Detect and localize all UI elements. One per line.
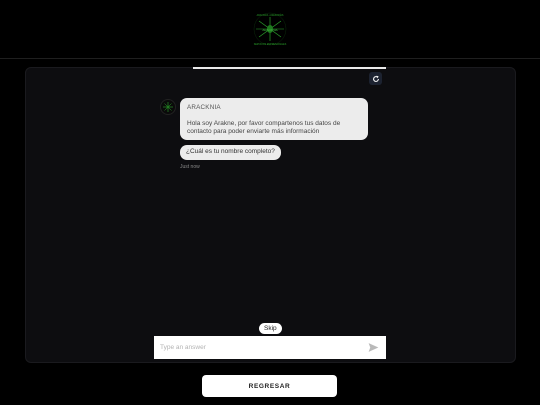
bot-message-bubble: ARACKNIA Hola soy Arakne, por favor comp… [180,98,368,140]
skip-button[interactable]: Skip [259,323,282,334]
refresh-button[interactable] [369,72,382,85]
send-icon[interactable] [367,341,380,354]
logo-center-text: ARACKNIA [262,28,277,32]
bot-name: ARACKNIA [187,104,221,111]
answer-input[interactable] [160,341,360,354]
bot-avatar [160,99,176,115]
back-button[interactable]: REGRESAR [202,375,337,397]
message-timestamp: Just now [180,164,200,170]
progress-bar [193,67,386,69]
answer-bar [154,336,386,359]
top-bar: ARACKNIA • ASESORÍAS ARACKNIA SERVICIOS … [0,0,540,59]
bot-question-bubble: ¿Cuál es tu nombre completo? [180,145,281,160]
logo-bottom-text: SERVICIOS EMPRESARIALES [254,43,287,46]
bot-greeting-text: Hola soy Arakne, por favor compartenos t… [187,120,341,136]
progress-fill [193,67,386,69]
logo-top-text: ARACKNIA • ASESORÍAS [257,14,284,17]
spider-logo-icon [163,102,173,112]
refresh-icon [372,75,379,82]
aracknia-logo: ARACKNIA • ASESORÍAS ARACKNIA SERVICIOS … [254,12,287,46]
